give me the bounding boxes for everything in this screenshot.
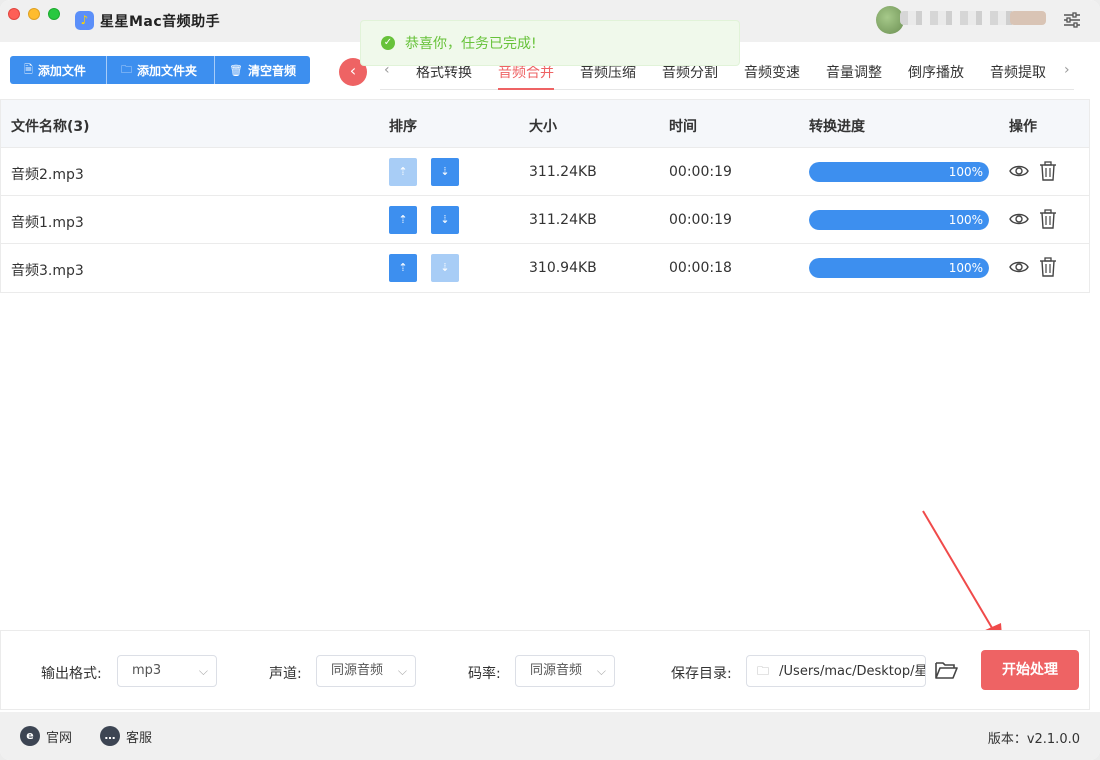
chevron-down-icon: ⌵ xyxy=(397,664,407,678)
folder-outline-icon: 🗀 xyxy=(757,664,770,678)
chevron-down-icon: ⌵ xyxy=(596,664,606,678)
progress-text: 100% xyxy=(948,261,983,275)
eye-icon[interactable] xyxy=(1008,160,1030,182)
file-size: 311.24KB xyxy=(529,212,597,228)
table-row: 音频1.mp3 ⇡ ⇣ 311.24KB 00:00:19 100% xyxy=(1,196,1089,244)
move-down-button[interactable]: ⇣ xyxy=(431,206,459,234)
output-format-value: mp3 xyxy=(132,663,162,678)
save-dir-value: /Users/mac/Desktop/星 xyxy=(779,664,926,679)
check-circle-icon: ✓ xyxy=(381,36,395,50)
folder-icon: 🗀 xyxy=(121,62,132,76)
output-settings-panel: 输出格式: mp3 ⌵ 声道: 同源音频 ⌵ 码率: 同源音频 ⌵ 保存目录: … xyxy=(0,630,1090,710)
tab-audio-extract[interactable]: 音频提取 xyxy=(990,62,1046,82)
file-name: 音频2.mp3 xyxy=(11,167,84,183)
open-folder-icon[interactable] xyxy=(934,659,958,681)
user-name-blurred xyxy=(900,11,1046,25)
channel-label: 声道: xyxy=(269,666,302,682)
customer-service-link[interactable]: … 客服 xyxy=(100,726,152,746)
clear-audio-label: 清空音频 xyxy=(247,63,296,78)
bitrate-label: 码率: xyxy=(468,666,501,682)
channel-select[interactable]: 同源音频 ⌵ xyxy=(316,655,416,687)
file-size: 310.94KB xyxy=(529,260,597,276)
header-actions: 操作 xyxy=(1009,119,1037,135)
file-name: 音频1.mp3 xyxy=(11,215,84,231)
toast-message: 恭喜你，任务已完成! xyxy=(405,36,537,52)
add-file-label: 添加文件 xyxy=(37,63,86,78)
success-toast: ✓ 恭喜你，任务已完成! xyxy=(360,20,740,66)
app-logo-icon: ♪ xyxy=(75,11,94,30)
move-down-button[interactable]: ⇣ xyxy=(431,254,459,282)
move-up-button[interactable]: ⇡ xyxy=(389,158,417,186)
output-format-select[interactable]: mp3 ⌵ xyxy=(117,655,217,687)
trash-icon[interactable] xyxy=(1037,208,1059,230)
move-down-button[interactable]: ⇣ xyxy=(431,158,459,186)
output-format-label: 输出格式: xyxy=(41,666,102,682)
chevron-down-icon: ⌵ xyxy=(198,664,208,678)
ie-globe-icon: e xyxy=(20,726,40,746)
progress-text: 100% xyxy=(948,213,983,227)
app-title: 星星Mac音频助手 xyxy=(100,14,221,30)
header-sort: 排序 xyxy=(389,119,417,135)
add-folder-label: 添加文件夹 xyxy=(137,63,198,78)
chat-bubble-icon: … xyxy=(100,726,120,746)
bitrate-value: 同源音频 xyxy=(530,663,583,678)
minimize-window-button[interactable] xyxy=(28,8,40,20)
website-link[interactable]: e 官网 xyxy=(20,726,72,746)
close-window-button[interactable] xyxy=(8,8,20,20)
bitrate-select[interactable]: 同源音频 ⌵ xyxy=(515,655,615,687)
move-up-button[interactable]: ⇡ xyxy=(389,254,417,282)
header-size: 大小 xyxy=(529,119,557,135)
file-size: 311.24KB xyxy=(529,164,597,180)
zoom-window-button[interactable] xyxy=(48,8,60,20)
version-text: 版本：v2.1.0.0 xyxy=(987,732,1080,747)
file-duration: 00:00:19 xyxy=(669,212,732,228)
eye-icon[interactable] xyxy=(1008,208,1030,230)
start-processing-button[interactable]: 开始处理 xyxy=(981,650,1079,690)
progress-bar: 100% xyxy=(809,210,989,230)
eye-icon[interactable] xyxy=(1008,256,1030,278)
tabs-scroll-right-icon[interactable]: › xyxy=(1064,62,1070,78)
progress-text: 100% xyxy=(948,165,983,179)
file-toolbar: 🗎 添加文件 🗀 添加文件夹 🗑 清空音频 xyxy=(10,56,310,84)
tab-reverse-play[interactable]: 倒序播放 xyxy=(908,62,964,82)
add-file-button[interactable]: 🗎 添加文件 xyxy=(10,56,107,84)
customer-service-label: 客服 xyxy=(126,730,153,746)
file-duration: 00:00:18 xyxy=(669,260,732,276)
move-up-button[interactable]: ⇡ xyxy=(389,206,417,234)
progress-bar: 100% xyxy=(809,162,989,182)
header-progress: 转换进度 xyxy=(809,119,865,135)
website-label: 官网 xyxy=(46,730,73,746)
save-dir-input[interactable]: 🗀 /Users/mac/Desktop/星 xyxy=(746,655,926,687)
tab-audio-speed[interactable]: 音频变速 xyxy=(744,62,800,82)
status-footer: e 官网 … 客服 版本：v2.1.0.0 xyxy=(0,712,1100,760)
progress-bar: 100% xyxy=(809,258,989,278)
header-time: 时间 xyxy=(669,119,697,135)
file-table: 文件名称(3) 排序 大小 时间 转换进度 操作 音频2.mp3 ⇡ ⇣ 311… xyxy=(0,99,1090,293)
header-file-name: 文件名称(3) xyxy=(11,119,90,135)
clear-audio-button[interactable]: 🗑 清空音频 xyxy=(215,56,310,84)
save-dir-label: 保存目录: xyxy=(671,666,732,682)
table-header: 文件名称(3) 排序 大小 时间 转换进度 操作 xyxy=(1,100,1089,148)
trash-icon[interactable] xyxy=(1037,256,1059,278)
tab-volume-adjust[interactable]: 音量调整 xyxy=(826,62,882,82)
settings-sliders-icon[interactable] xyxy=(1062,10,1082,30)
trash-icon: 🗑 xyxy=(229,63,243,77)
file-name: 音频3.mp3 xyxy=(11,263,84,279)
table-row: 音频2.mp3 ⇡ ⇣ 311.24KB 00:00:19 100% xyxy=(1,148,1089,196)
trash-icon[interactable] xyxy=(1037,160,1059,182)
add-folder-button[interactable]: 🗀 添加文件夹 xyxy=(107,56,215,84)
file-icon: 🗎 xyxy=(24,62,33,76)
channel-value: 同源音频 xyxy=(331,663,384,678)
table-row: 音频3.mp3 ⇡ ⇣ 310.94KB 00:00:18 100% xyxy=(1,244,1089,292)
file-duration: 00:00:19 xyxy=(669,164,732,180)
app-window: ♪ 星星Mac音频助手 🗎 添加文件 🗀 添加文件夹 🗑 清空音频 ‹ ‹ 格式… xyxy=(0,0,1100,760)
active-tab-indicator xyxy=(498,88,554,90)
